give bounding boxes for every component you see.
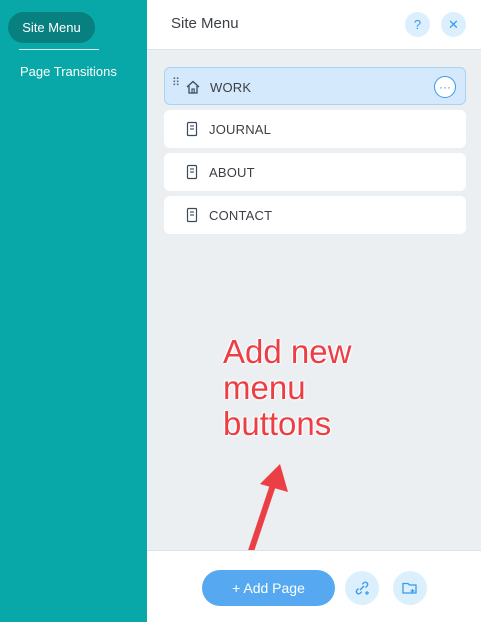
page-item-about[interactable]: ABOUT bbox=[164, 153, 466, 191]
ellipsis-icon: ··· bbox=[439, 80, 451, 94]
sidebar-item-label: Site Menu bbox=[22, 20, 81, 35]
add-folder-icon bbox=[402, 582, 417, 594]
sidebar-item-site-menu[interactable]: Site Menu bbox=[8, 12, 95, 43]
help-button[interactable]: ? bbox=[405, 12, 430, 37]
page-item-contact[interactable]: CONTACT bbox=[164, 196, 466, 234]
page-icon bbox=[186, 121, 198, 137]
page-item-journal[interactable]: JOURNAL bbox=[164, 110, 466, 148]
annotation-line: Add new bbox=[223, 333, 352, 370]
more-actions-button[interactable]: ··· bbox=[434, 76, 456, 98]
home-icon bbox=[186, 80, 200, 94]
page-item-label: CONTACT bbox=[209, 208, 273, 223]
add-link-button[interactable] bbox=[345, 571, 379, 605]
page-icon bbox=[186, 207, 198, 223]
panel-header: Site Menu ? ✕ bbox=[147, 0, 481, 50]
add-page-button[interactable]: + Add Page bbox=[202, 570, 335, 606]
add-folder-button[interactable] bbox=[393, 571, 427, 605]
close-button[interactable]: ✕ bbox=[441, 12, 466, 37]
page-item-label: JOURNAL bbox=[209, 122, 272, 137]
sidebar-item-page-transitions[interactable]: Page Transitions bbox=[20, 64, 117, 79]
annotation-line: buttons bbox=[223, 405, 332, 442]
site-menu-panel: Site Menu ? ✕ ⠿ WORK ··· JOURNAL ABOUT C… bbox=[147, 0, 481, 622]
annotation-line: menu bbox=[223, 369, 306, 406]
page-icon bbox=[186, 164, 198, 180]
panel-footer: + Add Page bbox=[147, 550, 481, 623]
add-link-icon bbox=[355, 581, 369, 595]
help-icon: ? bbox=[413, 17, 422, 32]
sidebar-divider bbox=[19, 49, 99, 50]
page-item-label: ABOUT bbox=[209, 165, 255, 180]
add-page-label: + Add Page bbox=[232, 580, 305, 596]
close-icon: ✕ bbox=[448, 16, 459, 32]
page-item-work[interactable]: ⠿ WORK ··· bbox=[164, 67, 466, 105]
drag-handle-icon[interactable]: ⠿ bbox=[172, 78, 180, 89]
sidebar-item-label: Page Transitions bbox=[20, 64, 117, 79]
annotation-text: Add new menu buttons bbox=[223, 334, 351, 442]
page-item-label: WORK bbox=[210, 80, 252, 95]
sidebar: Site Menu Page Transitions bbox=[0, 0, 147, 622]
panel-title: Site Menu bbox=[171, 15, 239, 32]
